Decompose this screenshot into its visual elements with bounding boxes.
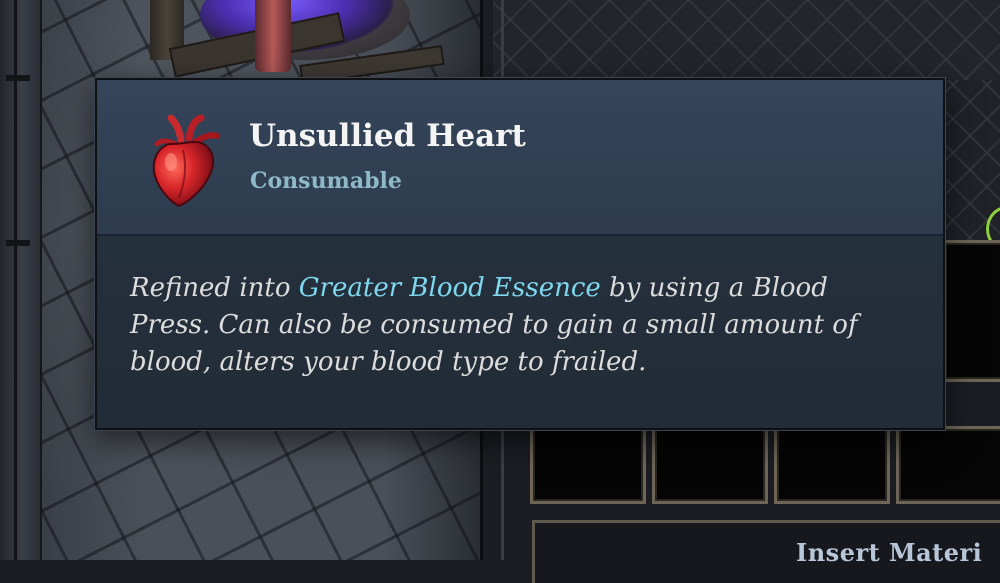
item-description: Refined into Greater Blood Essence by us… <box>130 270 910 381</box>
item-name: Unsullied Heart <box>249 118 526 154</box>
inventory-slot[interactable] <box>774 426 890 504</box>
inventory-slot[interactable] <box>530 426 646 504</box>
rail-notch <box>6 240 30 246</box>
item-type: Consumable <box>250 168 402 194</box>
inventory-slot[interactable] <box>896 426 1000 504</box>
insert-materials-label: Insert Materi <box>796 538 983 567</box>
description-text: Refined into <box>130 273 299 303</box>
rail-notch <box>6 75 30 81</box>
red-figure <box>255 0 291 72</box>
left-frame-rail <box>0 0 42 560</box>
heart-icon <box>149 110 225 210</box>
rail-line <box>14 0 17 560</box>
item-tooltip: Unsullied Heart Consumable Refined into … <box>95 78 945 430</box>
tooltip-body: Refined into Greater Blood Essence by us… <box>97 236 943 428</box>
panel-tile-pattern <box>493 0 1000 80</box>
highlighted-item-link[interactable]: Greater Blood Essence <box>299 273 601 303</box>
inventory-slot[interactable] <box>942 240 1000 382</box>
inventory-slot[interactable] <box>652 426 768 504</box>
tooltip-header: Unsullied Heart Consumable <box>97 80 943 236</box>
